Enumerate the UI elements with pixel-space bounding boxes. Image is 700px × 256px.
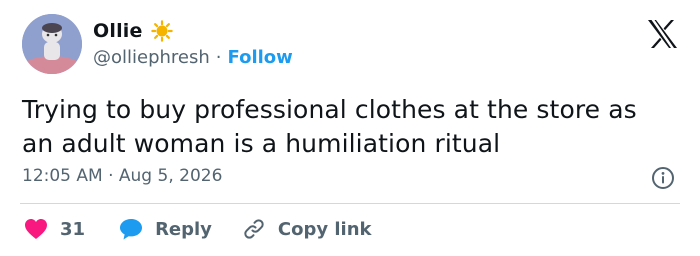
heart-icon — [24, 218, 48, 240]
avatar[interactable] — [22, 14, 82, 74]
tweet-card: Ollie @olliephresh · Follow Trying to bu… — [0, 0, 700, 256]
follow-button[interactable]: Follow — [228, 47, 293, 68]
like-count: 31 — [60, 218, 86, 240]
divider — [20, 203, 680, 204]
display-name[interactable]: Ollie — [93, 20, 143, 42]
link-icon — [242, 217, 266, 241]
author-handle-row: @olliephresh · Follow — [93, 47, 293, 68]
reply-label: Reply — [155, 218, 212, 240]
avatar-illustration-icon — [22, 14, 82, 74]
like-button[interactable]: 31 — [24, 218, 85, 240]
action-bar: 31 Reply Copy link — [24, 215, 372, 243]
verified-star-badge-icon — [150, 20, 173, 42]
x-logo-icon[interactable] — [646, 19, 679, 49]
separator-dot: · — [215, 47, 222, 68]
tweet-text: Trying to buy professional clothes at th… — [22, 95, 637, 158]
speech-bubble-icon — [119, 218, 143, 240]
author-handle[interactable]: @olliephresh — [93, 47, 210, 68]
copy-link-label: Copy link — [277, 218, 372, 240]
copy-link-button[interactable]: Copy link — [242, 217, 372, 241]
reply-button[interactable]: Reply — [119, 218, 212, 240]
info-icon[interactable] — [651, 166, 675, 190]
tweet-timestamp[interactable]: 12:05 AM · Aug 5, 2026 — [22, 166, 222, 186]
author-name-row: Ollie — [93, 20, 173, 42]
